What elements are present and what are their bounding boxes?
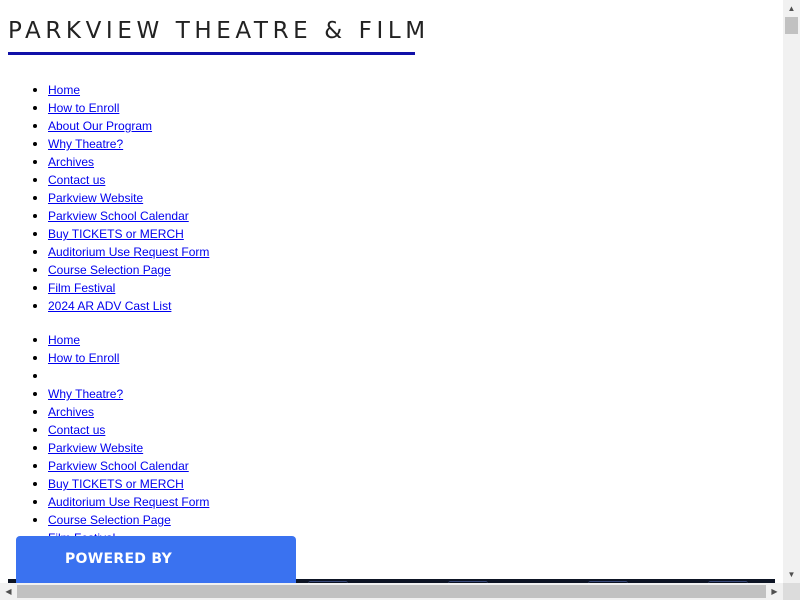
nav-link[interactable]: Parkview Website [48,191,143,205]
scroll-down-arrow-icon[interactable]: ▼ [783,566,800,583]
nav-item-contact: Contact us [48,171,209,189]
nav-item-cast-list: 2024 AR ADV Cast List [48,297,209,315]
nav-link[interactable]: Home [48,83,80,97]
nav-item-parkview-website: Parkview Website [48,439,209,457]
nav-item-how-to-enroll: How to Enroll [48,349,209,367]
nav-link[interactable]: Archives [48,405,94,419]
nav-link[interactable]: Course Selection Page [48,513,171,527]
nav-item-auditorium-form: Auditorium Use Request Form [48,493,209,511]
nav-link[interactable]: Parkview School Calendar [48,209,189,223]
nav-link[interactable]: Film Festival [48,281,115,295]
nav-link[interactable]: 2024 AR ADV Cast List [48,299,171,313]
nav-item-tickets: Buy TICKETS or MERCH [48,225,209,243]
nav-item-how-to-enroll: How to Enroll [48,99,209,117]
primary-nav: Home How to Enroll About Our Program Why… [0,81,209,315]
nav-item-home: Home [48,81,209,99]
nav-link[interactable]: Parkview School Calendar [48,459,189,473]
title-underline [8,52,415,55]
nav-item-archives: Archives [48,403,209,421]
nav-link[interactable]: Home [48,333,80,347]
powered-by-badge[interactable]: POWERED BY [16,536,296,583]
nav-item-course-selection: Course Selection Page [48,261,209,279]
nav-item-archives: Archives [48,153,209,171]
nav-item-why-theatre: Why Theatre? [48,385,209,403]
site-title[interactable]: PARKVIEW THEATRE & FILM [8,18,430,44]
nav-link[interactable]: How to Enroll [48,351,119,365]
nav-link[interactable]: Buy TICKETS or MERCH [48,227,184,241]
secondary-nav: Home How to Enroll Why Theatre? Archives… [0,331,209,547]
horizontal-scroll-thumb[interactable] [17,585,766,598]
nav-link[interactable]: Auditorium Use Request Form [48,245,209,259]
nav-item-school-calendar: Parkview School Calendar [48,457,209,475]
nav-link[interactable]: Buy TICKETS or MERCH [48,477,184,491]
nav-link[interactable]: Why Theatre? [48,387,123,401]
nav-link[interactable]: How to Enroll [48,101,119,115]
nav-item-home: Home [48,331,209,349]
nav-item-tickets: Buy TICKETS or MERCH [48,475,209,493]
nav-link[interactable]: Course Selection Page [48,263,171,277]
nav-link[interactable]: Contact us [48,423,105,437]
vertical-scroll-thumb[interactable] [785,17,798,34]
nav-item-contact: Contact us [48,421,209,439]
powered-by-label: POWERED BY [65,551,173,567]
nav-item-school-calendar: Parkview School Calendar [48,207,209,225]
nav-item-course-selection: Course Selection Page [48,511,209,529]
vertical-scrollbar[interactable]: ▲ ▼ [783,0,800,583]
scroll-up-arrow-icon[interactable]: ▲ [783,0,800,17]
nav-link[interactable]: Contact us [48,173,105,187]
scroll-left-arrow-icon[interactable]: ◀ [0,583,17,600]
nav-item-film-festival: Film Festival [48,279,209,297]
scrollbar-corner [783,583,800,600]
nav-item-empty [48,367,209,385]
scroll-right-arrow-icon[interactable]: ▶ [766,583,783,600]
nav-item-parkview-website: Parkview Website [48,189,209,207]
nav-link[interactable]: Why Theatre? [48,137,123,151]
nav-link[interactable]: Archives [48,155,94,169]
nav-link[interactable]: Parkview Website [48,441,143,455]
horizontal-scrollbar[interactable]: ◀ ▶ [0,583,783,600]
nav-item-auditorium-form: Auditorium Use Request Form [48,243,209,261]
page-viewport: PARKVIEW THEATRE & FILM Home How to Enro… [0,0,783,583]
nav-link[interactable]: About Our Program [48,119,152,133]
nav-item-about: About Our Program [48,117,209,135]
nav-item-why-theatre: Why Theatre? [48,135,209,153]
nav-link[interactable]: Auditorium Use Request Form [48,495,209,509]
